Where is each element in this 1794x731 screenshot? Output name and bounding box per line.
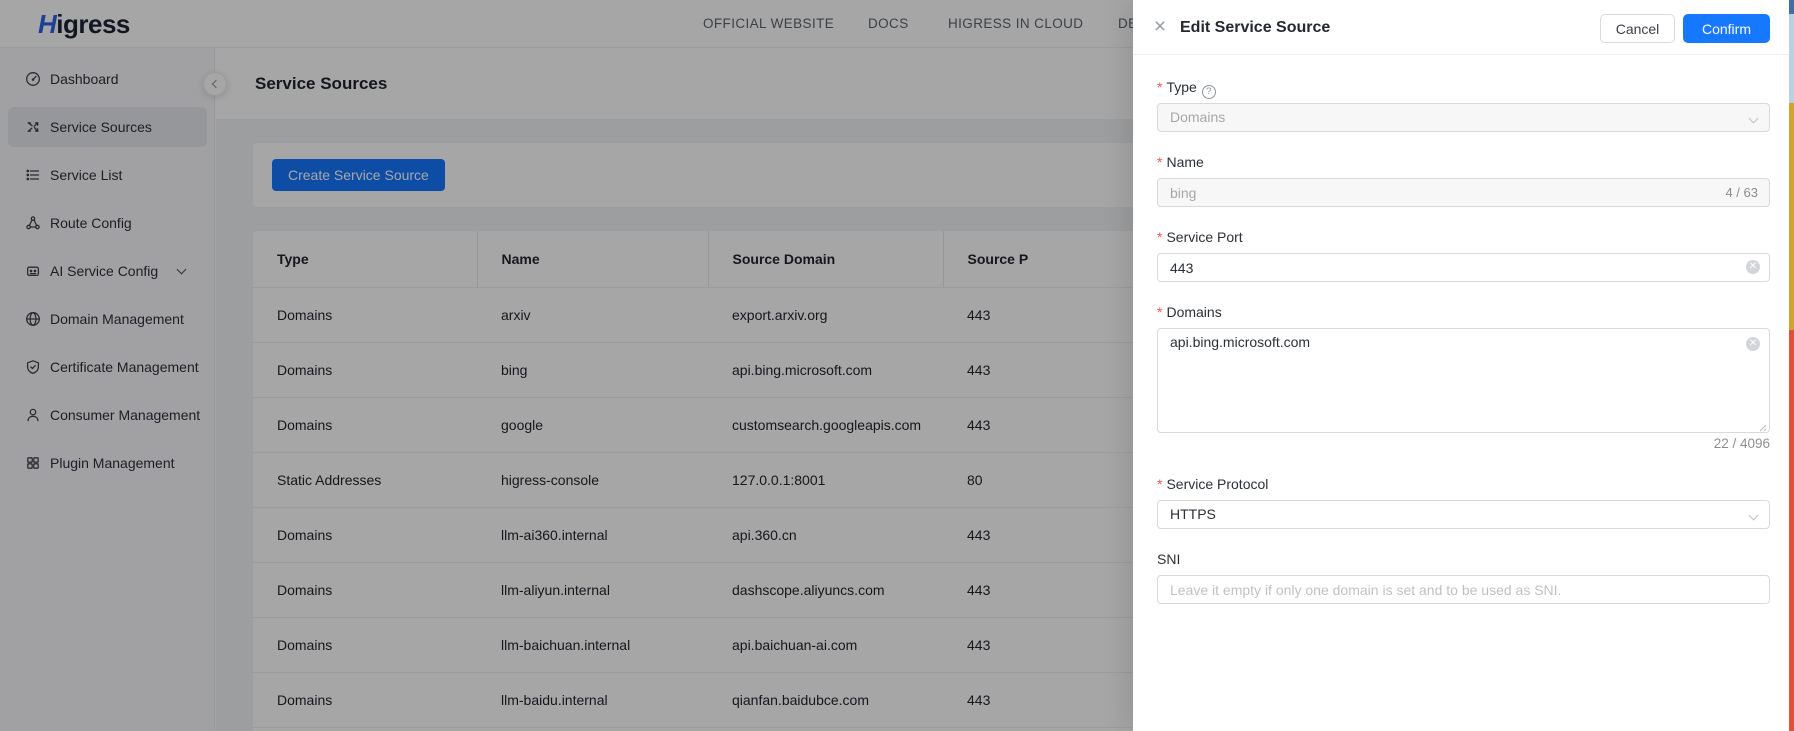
edge-strip-blue: [1789, 0, 1794, 14]
chevron-down-icon: [1748, 510, 1759, 521]
chevron-down-icon: [1748, 113, 1759, 124]
edge-strip-yellow: [1789, 103, 1794, 330]
name-field-wrap: 4 / 63: [1133, 178, 1794, 207]
type-field-label: * Type?: [1157, 79, 1216, 99]
edge-strip-lightblue: [1789, 14, 1794, 103]
close-icon[interactable]: ×: [1149, 13, 1171, 41]
name-field-label: * Name: [1157, 154, 1204, 170]
question-circle-icon[interactable]: ?: [1201, 85, 1216, 99]
type-select[interactable]: Domains: [1157, 103, 1770, 132]
domains-field-label: * Domains: [1157, 304, 1222, 320]
drawer-header: × Edit Service Source Cancel Confirm: [1133, 0, 1794, 55]
edit-service-source-drawer: × Edit Service Source Cancel Confirm * Ty…: [1133, 0, 1794, 731]
drawer-title: Edit Service Source: [1180, 19, 1331, 36]
name-input[interactable]: [1157, 178, 1770, 207]
domains-textarea[interactable]: api.bing.microsoft.com: [1157, 328, 1770, 433]
required-asterisk: *: [1157, 154, 1163, 170]
service-port-field-wrap: ✕: [1133, 253, 1794, 282]
sni-input[interactable]: [1157, 575, 1770, 604]
name-char-counter: 4 / 63: [1725, 185, 1758, 200]
edge-strip-red: [1789, 330, 1794, 731]
required-asterisk: *: [1157, 229, 1163, 245]
clear-circle-icon[interactable]: ✕: [1746, 337, 1760, 351]
domains-char-counter: 22 / 4096: [1713, 436, 1770, 451]
service-port-input[interactable]: [1157, 253, 1770, 282]
required-asterisk: *: [1157, 79, 1163, 95]
service-protocol-value: HTTPS: [1170, 506, 1216, 522]
clear-circle-icon[interactable]: ✕: [1746, 260, 1760, 274]
confirm-button[interactable]: Confirm: [1683, 14, 1770, 43]
required-asterisk: *: [1157, 476, 1163, 492]
sni-field-label: SNI: [1157, 551, 1181, 567]
type-select-value: Domains: [1170, 109, 1226, 125]
service-protocol-select[interactable]: HTTPS: [1157, 500, 1770, 529]
edge-color-strip: [1789, 0, 1794, 731]
service-protocol-field-label: * Service Protocol: [1157, 476, 1269, 492]
required-asterisk: *: [1157, 304, 1163, 320]
textarea-resize-handle[interactable]: [1757, 419, 1767, 432]
cancel-button[interactable]: Cancel: [1600, 14, 1675, 43]
service-port-field-label: * Service Port: [1157, 229, 1243, 245]
